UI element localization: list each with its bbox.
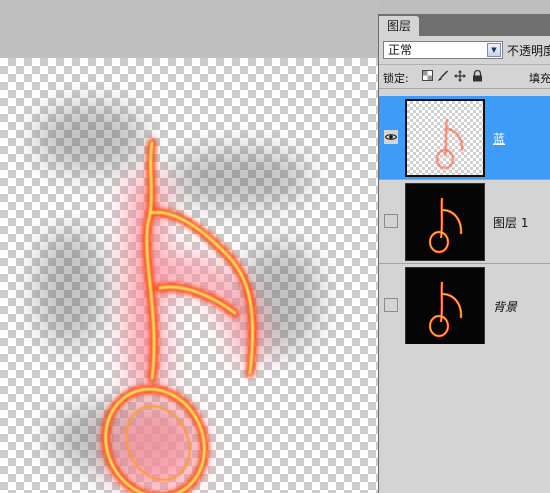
layer-row[interactable]: 背景 (379, 264, 550, 348)
checkerboard-lock-icon[interactable] (421, 70, 433, 82)
padlock-icon[interactable] (471, 69, 483, 82)
visibility-toggle[interactable] (384, 298, 398, 312)
eye-icon[interactable] (384, 130, 398, 144)
layers-panel: 图层 正常 ▼ 不透明度 锁定: 填充 蓝 图层 1 背景 (378, 14, 550, 493)
fill-label: 填充 (529, 72, 550, 85)
canvas-background (0, 0, 378, 58)
chevron-down-icon[interactable]: ▼ (487, 43, 501, 57)
move-lock-icon[interactable] (454, 70, 466, 82)
layer-name[interactable]: 背景 (493, 298, 517, 315)
fire-music-note-artwork (35, 103, 320, 493)
layer-thumbnail (405, 99, 485, 177)
layer-name[interactable]: 图层 1 (493, 214, 528, 231)
blend-mode-select[interactable]: 正常 ▼ (383, 41, 503, 59)
layer-name[interactable]: 蓝 (493, 130, 505, 147)
layer-thumbnail (405, 267, 485, 345)
lock-label: 锁定: (383, 72, 409, 85)
lock-row: 锁定: 填充 (379, 66, 550, 89)
blend-mode-value: 正常 (388, 43, 413, 57)
tab-layers[interactable]: 图层 (379, 16, 420, 36)
blend-row: 正常 ▼ 不透明度 (379, 38, 550, 65)
layers-empty-area (379, 344, 550, 493)
opacity-label: 不透明度 (507, 44, 550, 58)
brush-lock-icon[interactable] (437, 70, 449, 82)
layer-thumbnail (405, 183, 485, 261)
panel-tab-bar: 图层 (379, 14, 550, 36)
layer-row[interactable]: 图层 1 (379, 180, 550, 264)
layer-row[interactable]: 蓝 (379, 96, 550, 180)
visibility-toggle[interactable] (384, 214, 398, 228)
document-canvas[interactable] (0, 58, 378, 493)
